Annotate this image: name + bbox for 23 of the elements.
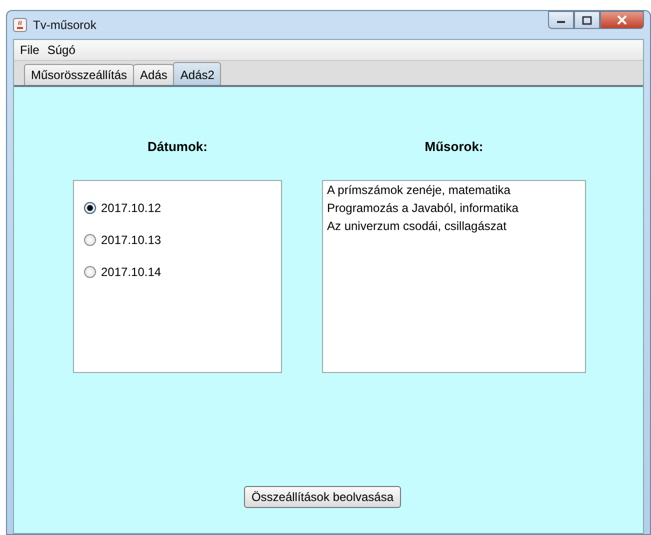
- radio-label[interactable]: 2017.10.14: [101, 265, 162, 279]
- close-icon: [616, 15, 628, 25]
- radio-button[interactable]: [84, 266, 96, 278]
- maximize-button[interactable]: [574, 11, 600, 29]
- radio-button[interactable]: [84, 202, 96, 214]
- close-button[interactable]: [600, 11, 644, 29]
- menu-item[interactable]: File: [20, 43, 40, 57]
- radio-label[interactable]: 2017.10.12: [101, 201, 162, 215]
- window-title: Tv-műsorok: [33, 18, 96, 32]
- section-heading: Dátumok:: [148, 139, 208, 156]
- menu-item[interactable]: Súgó: [47, 43, 76, 57]
- tab[interactable]: Műsorösszeállítás: [24, 64, 134, 85]
- list-item[interactable]: A prímszámok zenéje, matematika: [327, 183, 510, 197]
- list-item[interactable]: Az univerzum csodái, csillagászat: [327, 219, 506, 233]
- minimize-button[interactable]: [548, 11, 574, 29]
- maximize-icon: [582, 16, 592, 24]
- section-heading: Műsorok:: [424, 139, 484, 156]
- radio-label[interactable]: 2017.10.13: [101, 233, 162, 247]
- java-cup-icon: [13, 18, 27, 32]
- load-button[interactable]: Összeállítások beolvasása: [244, 486, 401, 508]
- tab[interactable]: Adás2: [173, 62, 222, 85]
- radio-button[interactable]: [84, 234, 96, 246]
- list-item[interactable]: Programozás a Javaból, informatika: [327, 201, 518, 215]
